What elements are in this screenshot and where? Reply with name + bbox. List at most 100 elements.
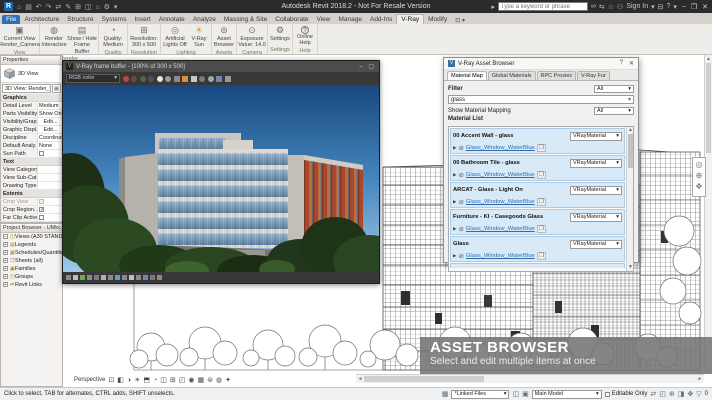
rgb-channel-icon[interactable] (123, 76, 129, 82)
select-underlay-icon[interactable]: ◰ (659, 390, 666, 398)
expand-triangle-icon[interactable]: ▶ (453, 199, 456, 205)
clear-image-icon[interactable] (191, 76, 197, 82)
tab-file[interactable]: File (2, 15, 20, 24)
crop-region-icon[interactable]: ⊞ (170, 376, 176, 384)
vfb-footer-icon[interactable] (150, 275, 155, 280)
browser-item-groups[interactable]: +◰Groups (1, 273, 62, 281)
quality-button[interactable]: ◔ Quality: Medium (100, 25, 126, 49)
property-row[interactable]: Visibility/Grap...Edit... (1, 118, 62, 126)
material-card-partial[interactable] (450, 263, 625, 268)
swap-material-icon[interactable]: ❐ (537, 144, 546, 152)
expand-icon[interactable]: + (3, 258, 8, 263)
swap-material-icon[interactable]: ❐ (537, 171, 546, 179)
keyword-search-input[interactable] (498, 2, 588, 11)
property-row-crop-region[interactable]: Crop Region... (1, 206, 62, 214)
vfb-footer-icon[interactable] (101, 275, 106, 280)
temporary-view-properties-icon[interactable]: ▦ (197, 376, 204, 384)
current-view-render-camera-button[interactable]: ▣ Current View Render_Camera (1, 25, 38, 49)
tab-material-map[interactable]: Material Map (447, 71, 487, 80)
expand-icon[interactable]: + (3, 242, 8, 247)
help-icon[interactable]: ? (667, 3, 671, 10)
vfb-footer-icon[interactable] (80, 275, 85, 280)
sun-path-icon[interactable]: ☀ (134, 376, 140, 384)
tab-systems[interactable]: Systems (98, 15, 131, 24)
default-3d-view-icon[interactable]: ⌂ (95, 4, 99, 11)
editable-worksets-icon[interactable]: ◫ (512, 390, 519, 398)
material-card[interactable]: Furniture - KI - Casegoods Glass VRayMat… (450, 209, 625, 235)
artificial-lights-button[interactable]: ◎ Artificial Lights Off (162, 25, 188, 49)
vfb-footer-icon[interactable] (122, 275, 127, 280)
tab-annotate[interactable]: Annotate (155, 15, 189, 24)
tab-vray-fur[interactable]: V-Ray Fur (577, 71, 610, 80)
vfb-footer-icon[interactable] (143, 275, 148, 280)
tab-insert[interactable]: Insert (130, 15, 154, 24)
crop-region-checkbox[interactable] (39, 207, 44, 212)
browser-item-families[interactable]: +▣Families (1, 265, 62, 273)
redo-icon[interactable]: ↷ (46, 4, 52, 11)
select-links-icon[interactable]: ⇄ (650, 390, 656, 398)
help-dropdown-icon[interactable]: ▾ (673, 3, 677, 11)
tab-analyze[interactable]: Analyze (189, 15, 220, 24)
open-icon[interactable]: ⌂ (17, 4, 21, 11)
tab-modify[interactable]: Modify (424, 15, 451, 24)
measure-icon[interactable]: ✎ (65, 4, 71, 11)
vfb-footer-icon[interactable] (94, 275, 99, 280)
browser-item-views[interactable]: −◫Views (A30 STANDARDS) (1, 233, 62, 241)
vertical-scrollbar[interactable]: ▲ (704, 55, 712, 374)
material-card[interactable]: 00 Bathroom Tile - glass VRayMaterial▾ ▶… (450, 155, 625, 181)
scroll-down-icon[interactable]: ▼ (627, 264, 634, 271)
blue-channel-icon[interactable] (148, 76, 154, 82)
material-search-input[interactable] (451, 96, 628, 103)
crop-view-icon[interactable]: ◫ (160, 376, 167, 384)
material-link[interactable]: Glass_Window_WaterBlue (466, 145, 535, 151)
asset-browser-button[interactable]: ⊜ Asset Browser (213, 25, 235, 49)
view-selector-dropdown[interactable]: 3D View: Render_Cam...▾ (2, 84, 51, 93)
print-icon[interactable]: ⇄ (55, 4, 61, 11)
chevron-down-icon[interactable]: ▾ (628, 96, 631, 103)
region-render-icon[interactable] (216, 76, 222, 82)
design-option-dropdown[interactable]: Main Model▾ (532, 390, 602, 399)
material-card[interactable]: ARCAT - Glass - Light On VRayMaterial▾ ▶… (450, 182, 625, 208)
sync-icon[interactable]: ⚙ (104, 4, 110, 11)
shadows-icon[interactable]: ⬒ (143, 376, 150, 384)
tab-rpc-proxies[interactable]: RPC Proxies (537, 71, 576, 80)
search-go-icon[interactable]: ∞ (591, 3, 596, 10)
material-card[interactable]: 00 Accent Wall - glass VRayMaterial▾ ▶ ⊘… (450, 128, 625, 154)
section-extents[interactable]: Extents (1, 190, 62, 198)
property-row[interactable]: View Sub-Cat... (1, 174, 62, 182)
scrollbar-thumb[interactable] (364, 376, 484, 382)
scroll-up-icon[interactable]: ▲ (705, 55, 712, 63)
material-link[interactable]: Glass_Window_WaterBlue (466, 226, 535, 232)
browser-item-revit-links[interactable]: +⇄Revit Links (1, 281, 62, 289)
select-pinned-icon[interactable]: ⊕ (669, 390, 675, 398)
resolution-button[interactable]: ⊞ Resolution: 300 x 500 (129, 25, 159, 49)
sun-path-checkbox[interactable] (39, 151, 44, 156)
section-graphics[interactable]: Graphics (1, 94, 62, 102)
expand-triangle-icon[interactable]: ▶ (453, 226, 456, 232)
filter-icon[interactable]: ▽ (696, 390, 701, 398)
sign-in-dropdown-icon[interactable]: ▾ (651, 3, 655, 11)
worksets-icon[interactable]: ▦ (442, 390, 449, 398)
vfb-titlebar[interactable]: V V-Ray frame buffer - [100% of 300 x 50… (63, 61, 379, 72)
filter-dropdown[interactable]: All▾ (594, 85, 634, 93)
tab-structure[interactable]: Structure (63, 15, 97, 24)
red-channel-icon[interactable] (131, 76, 137, 82)
tab-view[interactable]: View (313, 15, 335, 24)
pan-icon[interactable]: ✥ (696, 182, 703, 191)
property-row-crop-view[interactable]: Crop View (1, 198, 62, 206)
online-help-button[interactable]: ? Online Help (294, 25, 316, 47)
scale-icon[interactable]: ⊡ (108, 376, 114, 384)
vfb-footer-icon[interactable] (115, 275, 120, 280)
property-row[interactable]: Graphic Displ...Edit... (1, 126, 62, 134)
material-type-dropdown[interactable]: VRayMaterial▾ (570, 213, 622, 222)
worksharing-display-icon[interactable]: ◍ (216, 376, 222, 384)
vfb-footer-icon[interactable] (129, 275, 134, 280)
mapping-dropdown[interactable]: All▾ (594, 107, 634, 115)
exposure-value-button[interactable]: ⊙ Exposure Value: 14.0 (238, 25, 266, 49)
aligned-dimension-icon[interactable]: ⊞ (75, 4, 81, 11)
expand-icon[interactable]: + (3, 274, 8, 279)
undo-icon[interactable]: ↶ (36, 4, 42, 11)
tab-architecture[interactable]: Architecture (20, 15, 63, 24)
reveal-hidden-icon[interactable]: ◉ (188, 376, 194, 384)
property-row[interactable]: View Category (1, 166, 62, 174)
